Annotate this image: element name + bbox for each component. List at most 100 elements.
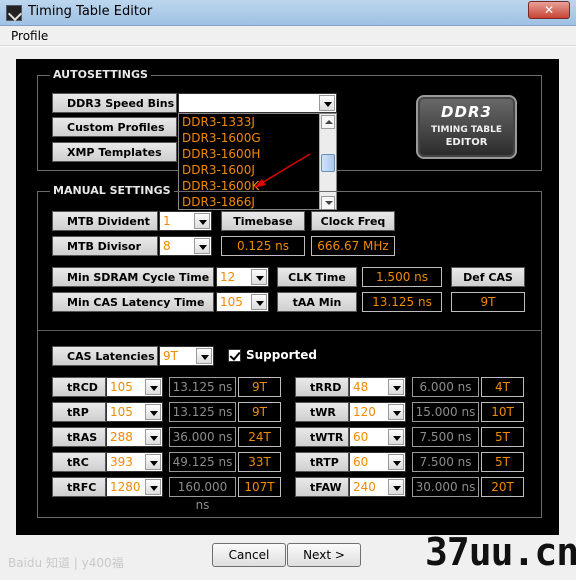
timing-ns: 6.000 ns — [412, 377, 479, 397]
chevron-down-icon[interactable] — [388, 404, 404, 420]
custom-profiles-button[interactable]: Custom Profiles — [52, 117, 177, 137]
timing-label: tRFC — [52, 477, 106, 497]
chevron-down-icon[interactable] — [388, 479, 404, 495]
mtb-divident-value: 1 — [163, 214, 171, 228]
mtb-divident-label: MTB Divident — [52, 211, 158, 231]
chevron-down-icon[interactable] — [388, 429, 404, 445]
app-icon — [6, 5, 22, 21]
watermark-right: 37uu.cn — [425, 530, 576, 574]
timing-label: tRTP — [295, 452, 349, 472]
supported-label: Supported — [246, 348, 317, 362]
close-button[interactable]: ✕ — [528, 1, 570, 19]
timing-cycles: 5T — [481, 427, 524, 447]
min-sdram-cycle-select[interactable]: 12 — [216, 267, 269, 287]
timing-value: 105 — [110, 380, 133, 394]
timing-ns: 49.125 ns — [169, 452, 236, 472]
chevron-down-icon[interactable] — [388, 379, 404, 395]
cas-latencies-label: CAS Latencies — [52, 346, 158, 366]
timing-select[interactable]: 105 — [106, 377, 163, 397]
min-sdram-cycle-value: 12 — [220, 270, 236, 284]
timing-ns: 7.500 ns — [412, 452, 479, 472]
timing-cycles: 24T — [238, 427, 281, 447]
timing-value: 288 — [110, 430, 133, 444]
scroll-thumb[interactable] — [321, 154, 335, 172]
chevron-down-icon[interactable] — [196, 348, 212, 364]
dropdown-item[interactable]: DDR3-1333J — [182, 115, 255, 129]
cancel-button[interactable]: Cancel — [212, 543, 286, 567]
chevron-down-icon[interactable] — [145, 379, 161, 395]
supported-checkbox[interactable] — [228, 349, 241, 362]
mtb-divisor-label: MTB Divisor — [52, 236, 158, 256]
timing-ns: 7.500 ns — [412, 427, 479, 447]
timebase-value: 0.125 ns — [221, 236, 305, 256]
timing-ns: 160.000 ns — [169, 477, 236, 512]
chevron-down-icon[interactable] — [319, 95, 335, 111]
timing-value: 105 — [110, 405, 133, 419]
chevron-down-icon[interactable] — [145, 479, 161, 495]
chevron-down-icon[interactable] — [145, 429, 161, 445]
def-cas-label: Def CAS — [451, 267, 525, 287]
min-cas-latency-select[interactable]: 105 — [216, 292, 269, 312]
scroll-up-icon[interactable] — [321, 115, 335, 129]
title-bar: Timing Table Editor ✕ — [0, 0, 576, 26]
dropdown-item[interactable]: DDR3-1600J — [182, 163, 255, 177]
cas-latencies-select[interactable]: 9T — [159, 346, 214, 366]
chevron-down-icon[interactable] — [251, 269, 267, 285]
menu-bar: Profile — [0, 26, 576, 46]
watermark-left: Baidu 知道 | y400福 — [8, 556, 124, 570]
chevron-down-icon[interactable] — [145, 404, 161, 420]
dropdown-item[interactable]: DDR3-1600H — [182, 147, 260, 161]
chevron-down-icon[interactable] — [194, 213, 210, 229]
min-cas-latency-value: 105 — [220, 295, 243, 309]
timing-value: 393 — [110, 455, 133, 469]
timing-select[interactable]: 240 — [349, 477, 406, 497]
chevron-down-icon[interactable] — [388, 454, 404, 470]
timing-select[interactable]: 288 — [106, 427, 163, 447]
timing-label: tRAS — [52, 427, 106, 447]
timing-select[interactable]: 393 — [106, 452, 163, 472]
timing-ns: 30.000 ns — [412, 477, 479, 497]
mtb-divisor-select[interactable]: 8 — [159, 236, 212, 256]
manual-settings-title: MANUAL SETTINGS — [50, 184, 174, 197]
next-button[interactable]: Next > — [287, 543, 361, 567]
def-cas-value: 9T — [451, 292, 525, 312]
timing-select[interactable]: 48 — [349, 377, 406, 397]
timing-label: tWR — [295, 402, 349, 422]
section-divider — [38, 330, 541, 331]
logo-title: DDR3 — [441, 103, 492, 121]
taa-min-value: 13.125 ns — [362, 292, 442, 312]
chevron-down-icon[interactable] — [194, 238, 210, 254]
timing-select[interactable]: 1280 — [106, 477, 163, 497]
chevron-down-icon[interactable] — [251, 294, 267, 310]
timing-ns: 13.125 ns — [169, 402, 236, 422]
window-title: Timing Table Editor — [28, 4, 153, 19]
dropdown-item[interactable]: DDR3-1600G — [182, 131, 261, 145]
menu-profile[interactable]: Profile — [11, 29, 48, 43]
timing-label: tFAW — [295, 477, 349, 497]
ddr3-logo: DDR3 TIMING TABLE EDITOR — [416, 95, 517, 159]
chevron-down-icon[interactable] — [145, 454, 161, 470]
timing-value: 1280 — [110, 480, 141, 494]
timing-ns: 36.000 ns — [169, 427, 236, 447]
timing-value: 120 — [353, 405, 376, 419]
timing-select[interactable]: 120 — [349, 402, 406, 422]
mtb-divisor-value: 8 — [163, 239, 171, 253]
timing-ns: 13.125 ns — [169, 377, 236, 397]
timing-select[interactable]: 60 — [349, 427, 406, 447]
timing-cycles: 33T — [238, 452, 281, 472]
timing-select[interactable]: 60 — [349, 452, 406, 472]
timing-label: tRRD — [295, 377, 349, 397]
logo-subtitle: TIMING TABLE — [431, 125, 502, 135]
timing-select[interactable]: 105 — [106, 402, 163, 422]
mtb-divident-select[interactable]: 1 — [159, 211, 212, 231]
timing-cycles: 9T — [238, 377, 281, 397]
speed-bins-select[interactable] — [178, 93, 337, 113]
cas-latencies-value: 9T — [163, 349, 178, 363]
timebase-label: Timebase — [221, 211, 305, 231]
timing-label: tRCD — [52, 377, 106, 397]
annotation-arrow-icon — [254, 153, 311, 188]
timing-value: 60 — [353, 455, 369, 469]
xmp-templates-button[interactable]: XMP Templates — [52, 142, 177, 162]
timing-cycles: 107T — [238, 477, 281, 497]
timing-cycles: 4T — [481, 377, 524, 397]
